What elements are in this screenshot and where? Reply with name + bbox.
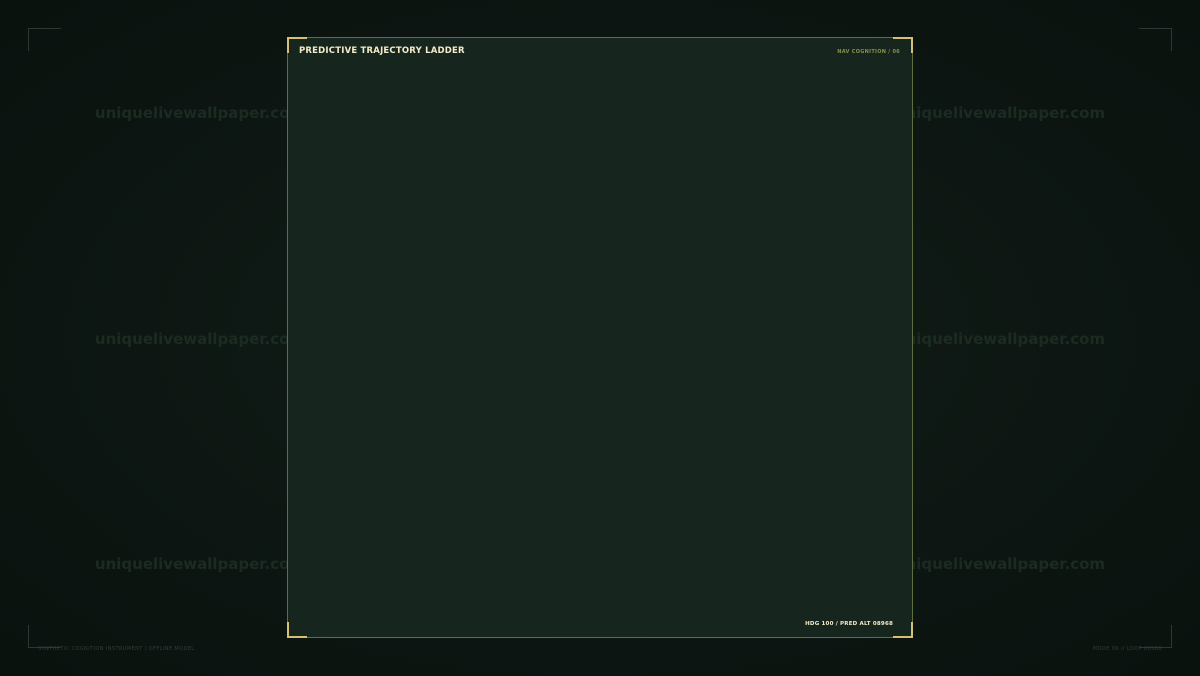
panel-corner-bracket xyxy=(893,622,913,638)
watermark-text: uniquelivewallpaper.com xyxy=(95,330,305,348)
panel-title: PREDICTIVE TRAJECTORY LADDER xyxy=(299,46,465,56)
watermark-text: uniquelivewallpaper.com xyxy=(895,330,1105,348)
instrument-panel: PREDICTIVE TRAJECTORY LADDER NAV COGNITI… xyxy=(287,37,913,638)
watermark-text: uniquelivewallpaper.com xyxy=(895,555,1105,573)
panel-meta: NAV COGNITION / 06 xyxy=(837,49,900,55)
watermark-text: uniquelivewallpaper.com xyxy=(95,104,305,122)
panel-corner-bracket xyxy=(287,622,307,638)
heading-altitude-readout: HDG 100 / PRED ALT 08968 xyxy=(805,621,893,627)
watermark-text: uniquelivewallpaper.com xyxy=(895,104,1105,122)
watermark-text: uniquelivewallpaper.com xyxy=(95,555,305,573)
